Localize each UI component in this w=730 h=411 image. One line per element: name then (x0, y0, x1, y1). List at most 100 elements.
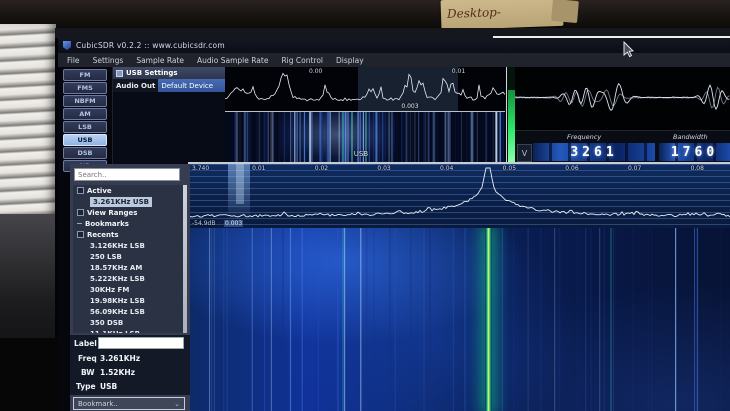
photo-of-monitor: Desktop- CubicSDR v0.2.2 :: www.cubicsdr… (0, 0, 730, 411)
demod-spectrum-tick: 0.01 (452, 68, 465, 75)
mode-button-fm[interactable]: FM (63, 69, 107, 81)
tree-item-11-1khz-lsb[interactable]: 11.1KHz LSB (73, 328, 187, 333)
mode-button-usb[interactable]: USB (63, 134, 107, 146)
tree-item-5-222khz-lsb[interactable]: 5.222KHz LSB (73, 273, 187, 284)
menu-audio-sample-rate[interactable]: Audio Sample Rate (197, 56, 268, 65)
tree-item-30khz-fm[interactable]: 30KHz FM (73, 284, 187, 295)
label-input[interactable] (98, 337, 184, 349)
tree-item-label: 5.222KHz LSB (90, 275, 145, 283)
spectrum-db-sub-label: 0.003 (224, 220, 243, 227)
menu-sample-rate[interactable]: Sample Rate (136, 56, 184, 65)
mode-button-lsb[interactable]: LSB (63, 121, 107, 133)
tree-item-19-98khz-lsb[interactable]: 19.98KHz LSB (73, 295, 187, 306)
bookmark-dropdown[interactable]: Bookmark.. ⌄ (73, 397, 185, 410)
tree-item-3-261khz-usb[interactable]: 3.261KHz USB (73, 196, 187, 207)
tree-expand-icon[interactable] (77, 209, 84, 216)
main-spectrum-tick: 0.02 (315, 165, 328, 172)
tree-section-label: Bookmarks (85, 220, 129, 228)
handwritten-tape-label: Desktop- (441, 0, 564, 30)
audio-scope-view[interactable] (515, 67, 730, 130)
demod-waterfall-view[interactable]: USB (225, 112, 505, 162)
demod-settings-panel: USB Settings Audio Out Default Device (112, 67, 226, 165)
cubicsdr-app-icon (63, 41, 71, 50)
mouse-cursor-arrow (622, 41, 635, 59)
tree-section-label: Recents (87, 231, 119, 239)
search-input[interactable] (74, 168, 180, 181)
tree-item-label: 56.09KHz LSB (90, 308, 145, 316)
demod-center-frequency-label: 0.003 (401, 103, 418, 110)
tree-section-bookmarks[interactable]: Bookmarks (73, 218, 187, 229)
strong-signal-carrier-line (485, 228, 492, 411)
menu-rig-control[interactable]: Rig Control (281, 56, 323, 65)
frequency-value[interactable]: 3261 (570, 145, 617, 160)
frequency-caption: Frequency (567, 133, 601, 141)
mode-button-fms[interactable]: FMS (63, 82, 107, 94)
faint-signal-line (342, 228, 344, 411)
cubicsdr-window: CubicSDR v0.2.2 :: www.cubicsdr.com File… (58, 38, 730, 411)
mode-button-am[interactable]: AM (63, 108, 107, 120)
tree-scrollbar[interactable] (183, 185, 187, 333)
frequency-digits-control[interactable]: 3261 (533, 143, 655, 161)
tree-item-3-126khz-lsb[interactable]: 3.126KHz LSB (73, 240, 187, 251)
tree-section-active[interactable]: Active (73, 185, 187, 196)
faint-signal-line (610, 228, 612, 411)
tree-item-250-lsb[interactable]: 250 LSB (73, 251, 187, 262)
chevron-down-icon: ⌄ (174, 400, 180, 408)
monitor-screen: CubicSDR v0.2.2 :: www.cubicsdr.com File… (55, 28, 730, 411)
demod-settings-title: USB Settings (126, 69, 178, 77)
spectrum-db-floor-label: -54.9dB (192, 220, 215, 227)
monitor-bezel-corner (0, 338, 58, 411)
bookmark-dropdown-label: Bookmark.. (78, 400, 118, 408)
mode-button-nbfm[interactable]: NBFM (63, 95, 107, 107)
tree-expand-icon[interactable] (77, 231, 84, 238)
audio-out-device-select[interactable]: Default Device (158, 79, 226, 92)
tree-section-recents[interactable]: Recents (73, 229, 187, 240)
mode-button-dsb[interactable]: DSB (63, 147, 107, 159)
main-spectrum-view[interactable]: 3.740 -54.9dB 0.003 0.010.020.030.040.05… (190, 164, 730, 228)
menu-settings[interactable]: Settings (93, 56, 124, 65)
main-spectrum-tick: 0.06 (565, 165, 578, 172)
tree-item-18-57khz-am[interactable]: 18.57KHz AM (73, 262, 187, 273)
bw-field-caption: BW (81, 368, 95, 377)
tree-item-label: 19.98KHz LSB (90, 297, 145, 305)
menu-display[interactable]: Display (336, 56, 364, 65)
tree-section-view-ranges[interactable]: View Ranges (73, 207, 187, 218)
tree-item-56-09khz-lsb[interactable]: 56.09KHz LSB (73, 306, 187, 317)
demod-settings-header: USB Settings (113, 67, 226, 79)
bw-field-value: 1.52KHz (100, 368, 135, 377)
bookmarks-dock: Active3.261KHz USB View Ranges Bookmarks Re… (70, 164, 190, 411)
tree-item-350-dsb[interactable]: 350 DSB (73, 317, 187, 328)
main-waterfall-view[interactable] (190, 228, 730, 411)
v-gain-indicator[interactable]: V (517, 144, 532, 162)
bookmarks-tree: Active3.261KHz USB View Ranges Bookmarks Re… (73, 185, 187, 333)
demod-spectrum-tick: 0.00 (309, 68, 322, 75)
tree-expand-icon[interactable] (77, 223, 82, 224)
settings-box-icon (116, 70, 123, 77)
modem-selector: FMFMSNBFMAMLSBUSBDSBI/Q (58, 67, 112, 165)
audio-out-row[interactable]: Audio Out Default Device (113, 79, 226, 92)
tuning-display-row: Frequency Bandwidth V 3261 1760 (515, 130, 730, 164)
menu-file[interactable]: File (67, 56, 80, 65)
main-waterfall-streaks (190, 228, 730, 411)
spectrum-start-frequency-label: 3.740 (192, 165, 209, 172)
bandwidth-digits-control[interactable]: 1760 (659, 143, 730, 161)
tree-expand-icon[interactable] (77, 187, 84, 194)
tree-item-label: 30KHz FM (90, 286, 129, 294)
main-spectrum-tick: 0.04 (440, 165, 453, 172)
tape-scrap (551, 0, 579, 23)
bandwidth-value[interactable]: 1760 (671, 145, 718, 160)
tree-section-label: View Ranges (87, 209, 137, 217)
freq-field-caption: Freq (78, 354, 97, 363)
bookmark-edit-form: Label Freq 3.261KHz BW 1.52KHz Type USB (70, 335, 190, 395)
demod-spectrum-view[interactable]: 0.003 0.00 0.01 (225, 67, 505, 111)
main-spectrum-tick: 0.08 (691, 165, 704, 172)
main-spectrum-tick: 0.07 (628, 165, 641, 172)
tree-item-label: 18.57KHz AM (90, 264, 142, 272)
tree-item-label: 11.1KHz LSB (90, 330, 140, 334)
main-spectrum-tick: 0.05 (503, 165, 516, 172)
main-spectrum-trace (190, 164, 730, 228)
tree-section-label: Active (87, 187, 112, 195)
tree-item-label: 350 DSB (90, 319, 123, 327)
main-spectrum-tick: 0.01 (252, 165, 265, 172)
bandwidth-caption: Bandwidth (673, 133, 708, 141)
